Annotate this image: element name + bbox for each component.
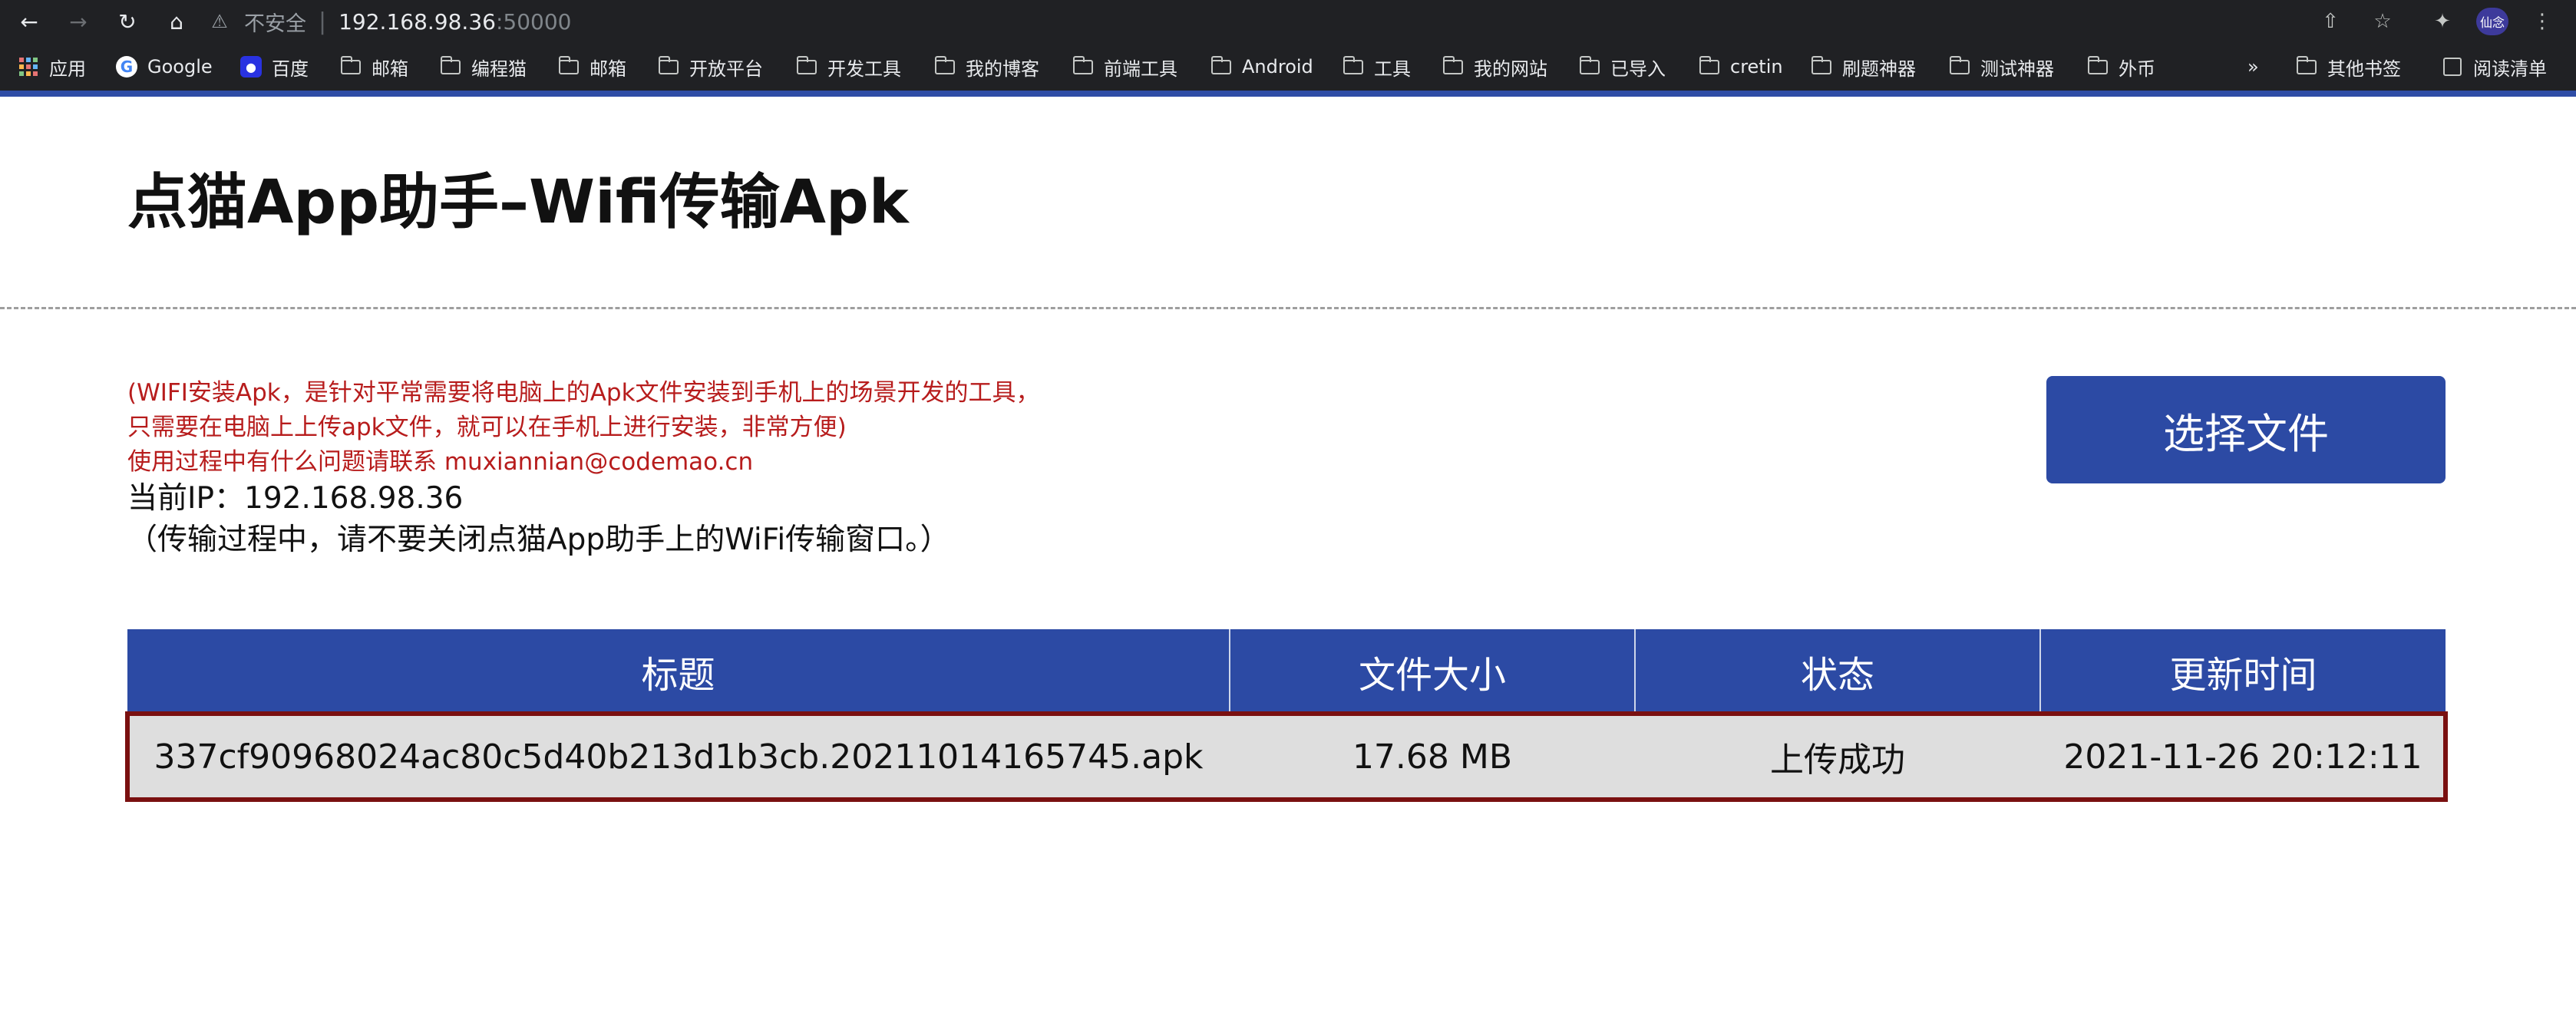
transfer-hint: （传输过程中，请不要关闭点猫App助手上的WiFi传输窗口。） bbox=[127, 523, 950, 557]
reading-list-button[interactable]: 阅读清单 bbox=[2441, 43, 2547, 91]
apps-grid-icon bbox=[17, 58, 40, 76]
folder-icon bbox=[1442, 55, 1465, 76]
bookmark-folder[interactable]: Android bbox=[1210, 43, 1313, 91]
notice-text: (WIFI安装Apk，是针对平常需要将电脑上的Apk文件安装到手机上的场景开发的… bbox=[127, 376, 1040, 480]
current-ip: 当前IP：192.168.98.36 bbox=[127, 481, 464, 516]
dashed-divider bbox=[0, 307, 2576, 309]
bookmark-folder[interactable]: 测试神器 bbox=[1948, 43, 2054, 91]
bookmark-baidu[interactable]: ● 百度 bbox=[239, 43, 309, 91]
home-icon[interactable]: ⌂ bbox=[161, 6, 192, 37]
warning-icon[interactable]: ⚠ bbox=[209, 11, 230, 32]
bookmark-label: 邮箱 bbox=[590, 58, 626, 80]
bookmark-folder[interactable]: cretin bbox=[1698, 43, 1783, 91]
table-row[interactable]: 337cf90968024ac80c5d40b213d1b3cb.2021101… bbox=[125, 711, 2448, 802]
bookmark-label: cretin bbox=[1730, 56, 1783, 78]
folder-icon bbox=[339, 55, 362, 76]
bookmark-google[interactable]: G Google bbox=[115, 43, 213, 91]
reading-list-label: 阅读清单 bbox=[2473, 58, 2547, 80]
url-host[interactable]: 192.168.98.36 bbox=[339, 9, 496, 35]
bookmarks-bar: 应用 G Google ● 百度 邮箱 编程猫 邮箱 开放平台 开发工具 我的博… bbox=[0, 43, 2576, 97]
bookmark-label: 工具 bbox=[1374, 58, 1411, 80]
not-secure-label[interactable]: 不安全 bbox=[244, 7, 306, 37]
bookmark-label: 已导入 bbox=[1610, 58, 1666, 80]
bookmark-label: 应用 bbox=[49, 58, 86, 80]
bookmark-label: 测试神器 bbox=[1980, 58, 2054, 80]
bookmark-label: 开放平台 bbox=[689, 58, 763, 80]
table-header-row: 标题 文件大小 状态 更新时间 bbox=[127, 629, 2446, 714]
menu-icon[interactable]: ⋮ bbox=[2527, 6, 2558, 37]
folder-icon bbox=[2086, 55, 2109, 76]
bookmark-folder[interactable]: 编程猫 bbox=[439, 43, 527, 91]
bookmark-folder[interactable]: 我的网站 bbox=[1442, 43, 1547, 91]
bookmark-label: 编程猫 bbox=[471, 58, 527, 80]
bookmark-folder[interactable]: 邮箱 bbox=[557, 43, 626, 91]
reading-list-icon bbox=[2441, 58, 2464, 76]
reload-icon[interactable]: ↻ bbox=[112, 6, 143, 37]
column-header-updated: 更新时间 bbox=[2040, 629, 2446, 714]
bookmark-label: 开发工具 bbox=[827, 58, 901, 80]
folder-icon bbox=[1948, 55, 1971, 76]
url-port[interactable]: :50000 bbox=[496, 9, 572, 35]
cell-size: 17.68 MB bbox=[1230, 714, 1635, 800]
folder-icon bbox=[795, 55, 818, 76]
omnibox-separator: | bbox=[319, 8, 327, 35]
notice-line: 只需要在电脑上上传apk文件，就可以在手机上进行安装，非常方便) bbox=[127, 414, 847, 441]
cell-filename[interactable]: 337cf90968024ac80c5d40b213d1b3cb.2021101… bbox=[127, 714, 1230, 800]
bookmark-star-icon[interactable]: ☆ bbox=[2367, 6, 2398, 37]
cell-status: 上传成功 bbox=[1635, 714, 2040, 800]
bookmark-folder[interactable]: 刷题神器 bbox=[1810, 43, 1916, 91]
bookmark-folder[interactable]: 外币 bbox=[2086, 43, 2155, 91]
baidu-icon: ● bbox=[239, 56, 263, 78]
address-bar[interactable]: ⚠ 不安全 | 192.168.98.36 :50000 bbox=[209, 0, 571, 43]
bookmark-label: Android bbox=[1242, 56, 1313, 78]
page-title: 点猫App助手–Wifi传输Apk bbox=[127, 168, 909, 237]
bookmark-folder[interactable]: 邮箱 bbox=[339, 43, 408, 91]
folder-icon bbox=[1810, 55, 1833, 76]
folder-icon bbox=[657, 55, 680, 76]
folder-icon bbox=[2295, 55, 2318, 76]
back-icon[interactable]: ← bbox=[14, 6, 45, 37]
google-icon: G bbox=[115, 56, 138, 78]
file-table: 标题 文件大小 状态 更新时间 337cf90968024ac80c5d40b2… bbox=[125, 629, 2448, 802]
folder-icon bbox=[1072, 55, 1095, 76]
folder-icon bbox=[933, 55, 956, 76]
bookmark-folder[interactable]: 工具 bbox=[1342, 43, 1411, 91]
bookmarks-overflow-button[interactable]: » bbox=[2247, 43, 2259, 91]
bookmark-folder[interactable]: 开发工具 bbox=[795, 43, 901, 91]
folder-icon bbox=[557, 55, 580, 76]
extensions-icon[interactable]: ✦ bbox=[2427, 6, 2458, 37]
bookmark-label: Google bbox=[147, 56, 213, 78]
browser-toolbar: ← → ↻ ⌂ ⚠ 不安全 | 192.168.98.36 :50000 ⇧ ☆… bbox=[0, 0, 2576, 43]
notice-line: (WIFI安装Apk，是针对平常需要将电脑上的Apk文件安装到手机上的场景开发的… bbox=[127, 379, 1040, 407]
folder-icon bbox=[1698, 55, 1721, 76]
bookmark-label: 前端工具 bbox=[1104, 58, 1177, 80]
notice-line: 使用过程中有什么问题请联系 muxiannian@codemao.cn bbox=[127, 448, 754, 476]
cell-updated: 2021-11-26 20:12:11 bbox=[2040, 714, 2446, 800]
profile-avatar[interactable]: 仙念 bbox=[2476, 8, 2508, 35]
bookmark-folder[interactable]: 已导入 bbox=[1578, 43, 1666, 91]
overflow-label: » bbox=[2247, 56, 2259, 78]
bookmark-label: 刷题神器 bbox=[1842, 58, 1916, 80]
bookmark-label: 百度 bbox=[272, 58, 309, 80]
folder-icon bbox=[1578, 55, 1601, 76]
forward-icon[interactable]: → bbox=[63, 6, 94, 37]
bookmark-label: 我的博客 bbox=[966, 58, 1039, 80]
folder-icon bbox=[1210, 55, 1233, 76]
folder-icon bbox=[1342, 55, 1365, 76]
bookmark-label: 外币 bbox=[2119, 58, 2155, 80]
bookmark-folder[interactable]: 开放平台 bbox=[657, 43, 763, 91]
bookmark-other[interactable]: 其他书签 bbox=[2295, 43, 2401, 91]
bookmark-folder[interactable]: 前端工具 bbox=[1072, 43, 1177, 91]
bookmark-label: 其他书签 bbox=[2327, 58, 2401, 80]
column-header-status: 状态 bbox=[1635, 629, 2041, 714]
column-header-size: 文件大小 bbox=[1230, 629, 1636, 714]
bookmark-label: 邮箱 bbox=[372, 58, 408, 80]
choose-file-button[interactable]: 选择文件 bbox=[2046, 376, 2446, 483]
bookmark-folder[interactable]: 我的博客 bbox=[933, 43, 1039, 91]
column-header-title: 标题 bbox=[127, 629, 1230, 714]
folder-icon bbox=[439, 55, 462, 76]
bookmark-apps[interactable]: 应用 bbox=[17, 43, 86, 91]
share-icon[interactable]: ⇧ bbox=[2315, 6, 2346, 37]
bookmark-label: 我的网站 bbox=[1474, 58, 1547, 80]
